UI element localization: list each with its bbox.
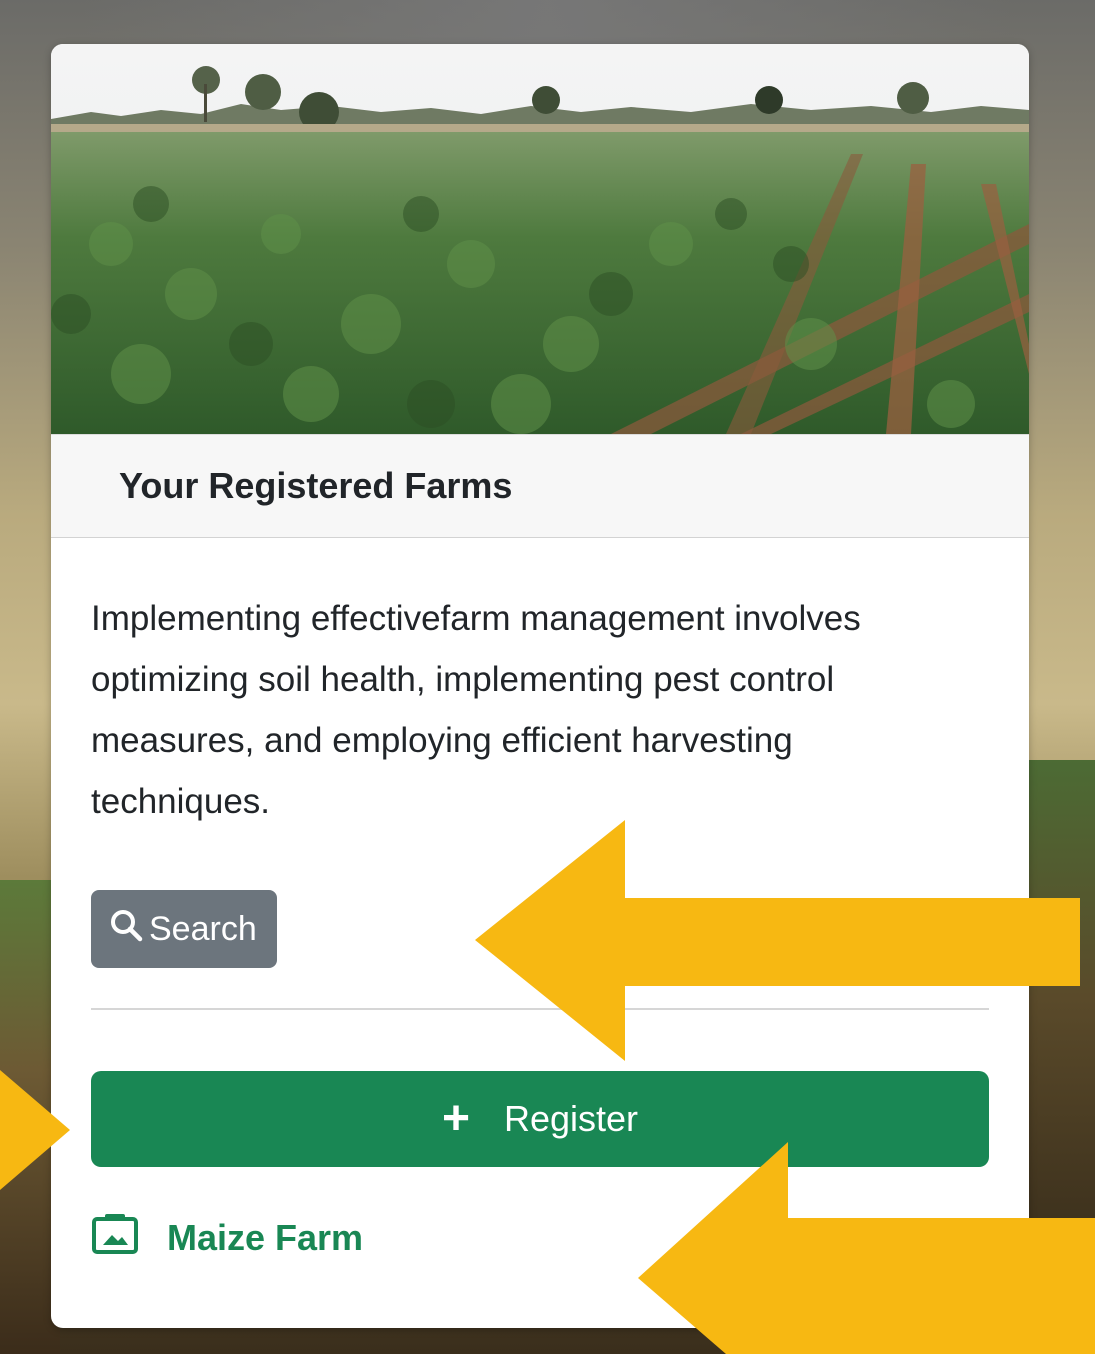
farm-name: Maize Farm	[167, 1216, 364, 1258]
page: Your Registered Farms Implementing effec…	[0, 0, 1095, 1354]
search-icon	[109, 908, 149, 951]
annotation-arrow-search	[475, 820, 1080, 1061]
farm-field-image	[51, 44, 1029, 434]
card-title: Your Registered Farms	[119, 465, 513, 506]
image-icon	[91, 1211, 167, 1264]
annotation-arrow-register	[0, 1070, 70, 1190]
plus-icon: +	[441, 1092, 470, 1145]
register-button-label: Register	[503, 1098, 639, 1139]
card-header: Your Registered Farms	[51, 434, 1029, 538]
card-description: Implementing effectivefarm management in…	[91, 599, 861, 821]
farms-card: Your Registered Farms Implementing effec…	[51, 44, 1029, 1328]
annotation-arrow-farm	[638, 1142, 1095, 1354]
search-button-label: Search	[149, 909, 257, 948]
search-button[interactable]: Search	[91, 890, 277, 968]
